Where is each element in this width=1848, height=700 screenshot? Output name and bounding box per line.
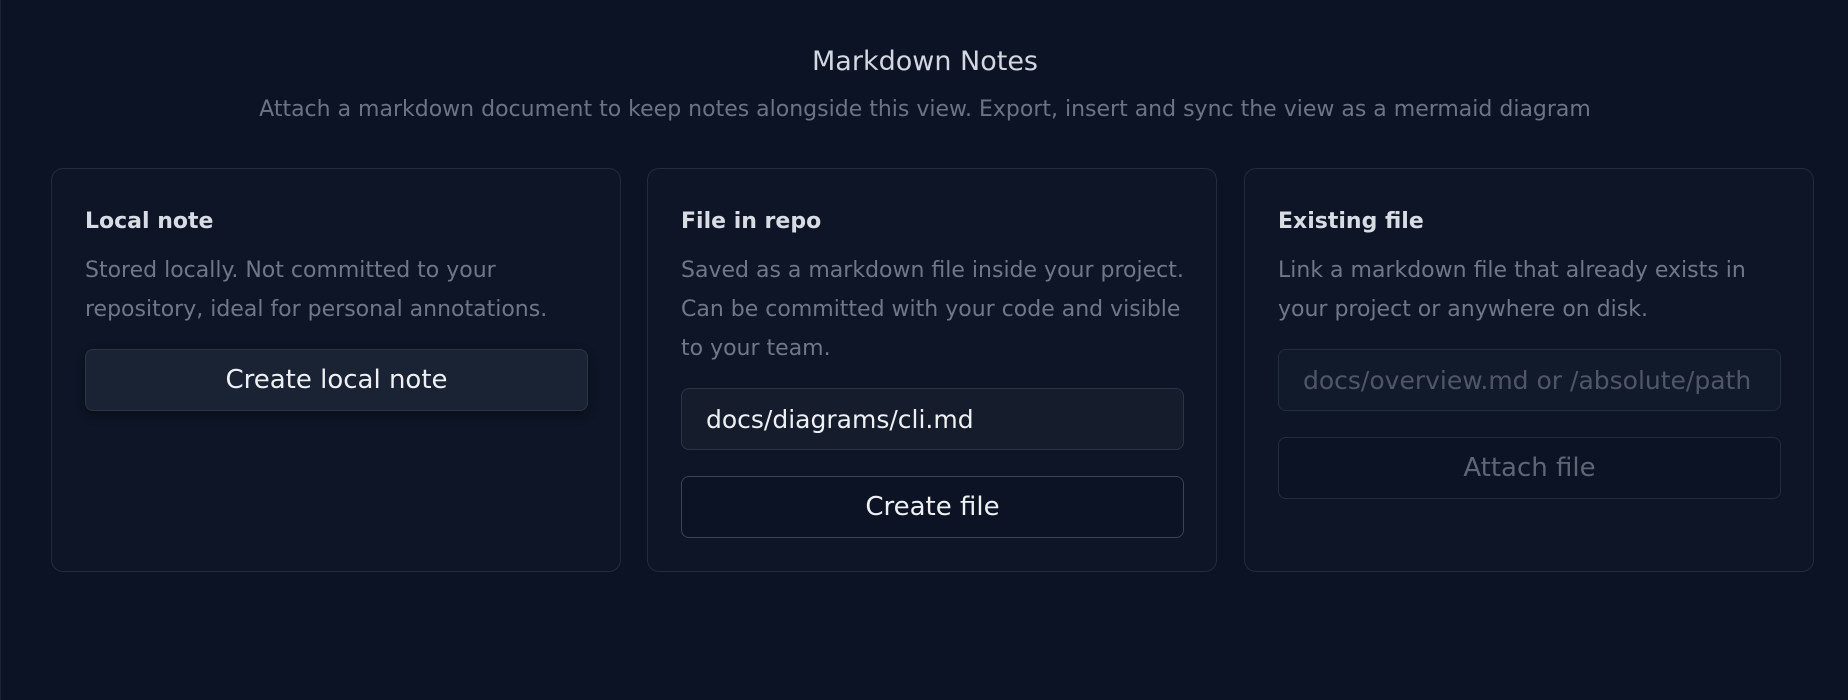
existing-path-input[interactable] (1278, 349, 1781, 411)
create-local-note-button[interactable]: Create local note (85, 349, 588, 411)
page-title: Markdown Notes (812, 46, 1038, 77)
repo-path-input[interactable] (681, 388, 1184, 450)
local-note-card: Local note Stored locally. Not committed… (51, 168, 621, 572)
file-in-repo-card: File in repo Saved as a markdown file in… (647, 168, 1217, 572)
note-options: Local note Stored locally. Not committed… (51, 168, 1817, 572)
card-title: File in repo (681, 209, 822, 234)
attach-file-button[interactable]: Attach file (1278, 437, 1781, 499)
create-file-button[interactable]: Create file (681, 476, 1184, 538)
existing-file-card: Existing file Link a markdown file that … (1244, 168, 1814, 572)
card-description: Saved as a markdown file inside your pro… (681, 258, 1184, 361)
page-subtitle: Attach a markdown document to keep notes… (259, 97, 1591, 122)
card-title: Existing file (1278, 209, 1424, 234)
card-description: Stored locally. Not committed to your re… (85, 258, 548, 322)
card-description: Link a markdown file that already exists… (1278, 258, 1746, 322)
card-title: Local note (85, 209, 214, 234)
